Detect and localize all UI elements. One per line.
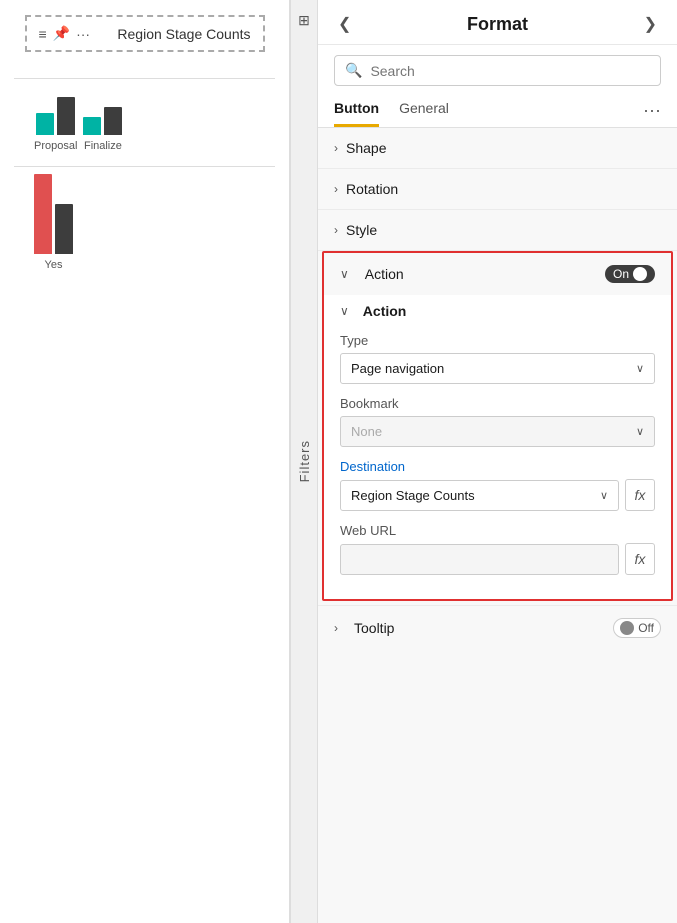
filters-label: Filters xyxy=(297,440,312,482)
action-left: ∨ Action xyxy=(340,266,404,282)
more-icon[interactable]: ··· xyxy=(76,26,90,42)
widget-toolbar: ≡ 📌 ··· xyxy=(39,25,91,42)
search-container: 🔍 xyxy=(318,45,677,96)
right-panel: ❮ Format ❯ 🔍 Button General ··· › Shape … xyxy=(318,0,677,923)
bar-proposal-dark xyxy=(57,97,75,135)
tooltip-label: Tooltip xyxy=(354,620,394,636)
bookmark-value: None xyxy=(351,424,382,439)
bar-group-proposal: Proposal xyxy=(34,97,77,152)
tooltip-left: › Tooltip xyxy=(334,620,394,636)
destination-dropdown[interactable]: Region Stage Counts ∨ xyxy=(340,480,619,511)
bar-yes-dark xyxy=(55,204,73,254)
widget-title: Region Stage Counts xyxy=(117,26,250,42)
chevron-tooltip-icon: › xyxy=(334,621,338,635)
chevron-shape-icon: › xyxy=(334,141,338,155)
shape-label: Shape xyxy=(346,140,386,156)
destination-chevron-icon: ∨ xyxy=(600,489,608,502)
search-box: 🔍 xyxy=(334,55,661,86)
tab-more-button[interactable]: ··· xyxy=(643,100,661,127)
widget-box: ≡ 📌 ··· Region Stage Counts xyxy=(25,15,265,52)
chevron-style-icon: › xyxy=(334,223,338,237)
pin-icon[interactable]: 📌 xyxy=(53,25,70,42)
divider xyxy=(14,78,275,79)
search-input[interactable] xyxy=(370,63,650,79)
tab-button[interactable]: Button xyxy=(334,100,379,127)
tooltip-toggle[interactable]: Off xyxy=(613,618,661,638)
action-header[interactable]: ∨ Action On xyxy=(324,253,671,295)
expand-button[interactable]: ❯ xyxy=(640,12,661,36)
bar-group-finalize: Finalize xyxy=(83,107,122,152)
type-label: Type xyxy=(340,333,655,348)
search-icon: 🔍 xyxy=(345,62,362,79)
type-chevron-icon: ∨ xyxy=(636,362,644,375)
rotation-label: Rotation xyxy=(346,181,398,197)
bookmark-chevron-icon: ∨ xyxy=(636,425,644,438)
bar-finalize-teal xyxy=(83,117,101,135)
section-rotation[interactable]: › Rotation xyxy=(318,169,677,210)
destination-label: Destination xyxy=(340,459,655,474)
web-url-fx-button[interactable]: fx xyxy=(625,543,655,575)
style-label: Style xyxy=(346,222,377,238)
toggle-on-label: On xyxy=(613,267,629,281)
filters-panel: ⊞ Filters xyxy=(290,0,318,923)
bar-finalize-dark xyxy=(104,107,122,135)
bar-chart-1: Proposal Finalize xyxy=(14,87,275,156)
toggle-off-label: Off xyxy=(638,621,654,635)
web-url-label: Web URL xyxy=(340,523,655,538)
chevron-action-icon: ∨ xyxy=(340,267,349,281)
sub-action-label: Action xyxy=(363,303,407,319)
filter-icon: ⊞ xyxy=(298,12,310,29)
web-url-row: fx xyxy=(340,543,655,575)
action-section: ∨ Action On ∨ Action Type Page navigatio… xyxy=(322,251,673,601)
left-panel: ≡ 📌 ··· Region Stage Counts Proposal xyxy=(0,0,290,923)
bar-label-finalize: Finalize xyxy=(84,140,122,152)
destination-fx-button[interactable]: fx xyxy=(625,479,655,511)
bar-yes-red xyxy=(34,174,52,254)
bar-proposal-teal xyxy=(36,113,54,135)
bar-label-proposal: Proposal xyxy=(34,140,77,152)
section-style[interactable]: › Style xyxy=(318,210,677,251)
collapse-button[interactable]: ❮ xyxy=(334,12,355,36)
type-dropdown[interactable]: Page navigation ∨ xyxy=(340,353,655,384)
sub-action-header[interactable]: ∨ Action xyxy=(340,303,655,319)
bar-label-yes: Yes xyxy=(45,259,63,271)
action-content: ∨ Action Type Page navigation ∨ Bookmark… xyxy=(324,295,671,599)
tabs-row: Button General ··· xyxy=(318,96,677,128)
tooltip-section[interactable]: › Tooltip Off xyxy=(318,605,677,650)
bookmark-label: Bookmark xyxy=(340,396,655,411)
toggle-circle xyxy=(633,267,647,281)
web-url-input[interactable] xyxy=(340,544,619,575)
type-value: Page navigation xyxy=(351,361,444,376)
toggle-circle-off xyxy=(620,621,634,635)
destination-row: Region Stage Counts ∨ fx xyxy=(340,479,655,511)
format-title: Format xyxy=(467,14,528,35)
format-header: ❮ Format ❯ xyxy=(318,0,677,45)
hamburger-icon[interactable]: ≡ xyxy=(39,26,47,42)
divider2 xyxy=(14,166,275,167)
chevron-sub-action-icon: ∨ xyxy=(340,304,349,318)
bookmark-dropdown[interactable]: None ∨ xyxy=(340,416,655,447)
bar-group-yes: Yes xyxy=(34,174,73,271)
tab-general[interactable]: General xyxy=(399,100,449,127)
section-shape[interactable]: › Shape xyxy=(318,128,677,169)
chevron-rotation-icon: › xyxy=(334,182,338,196)
bar-chart-1-row: Proposal Finalize xyxy=(14,87,275,156)
action-toggle[interactable]: On xyxy=(605,265,655,283)
bar-chart-2: Yes xyxy=(14,175,275,275)
destination-value: Region Stage Counts xyxy=(351,488,475,503)
action-label: Action xyxy=(365,266,404,282)
chart-area: Proposal Finalize xyxy=(10,62,279,913)
